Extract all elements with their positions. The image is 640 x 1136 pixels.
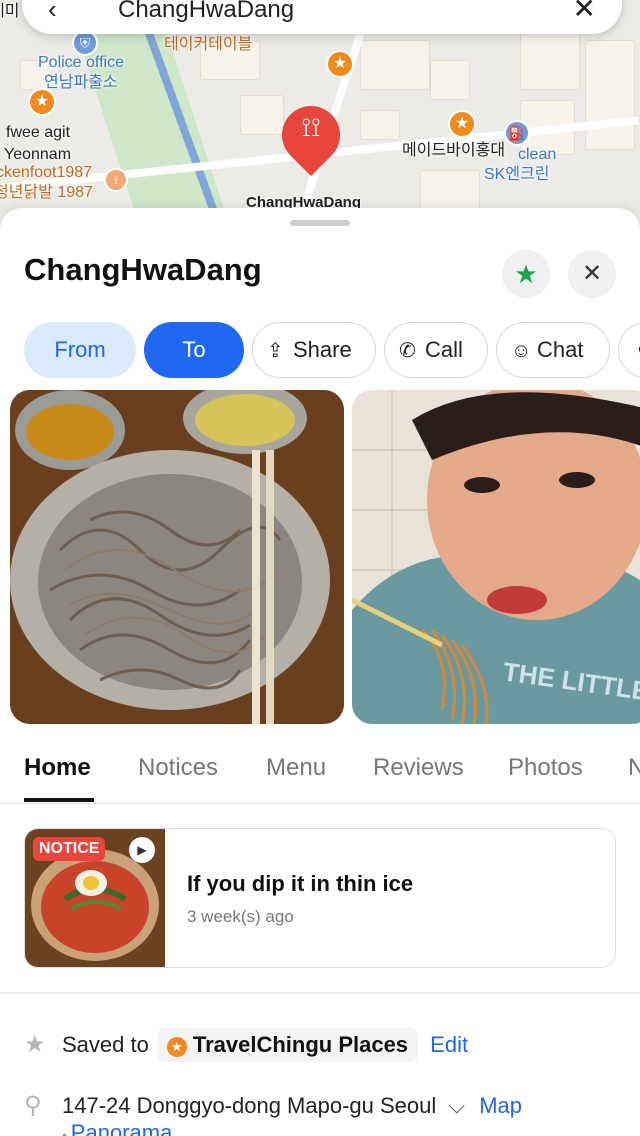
panorama-link[interactable]: Panorama [71,1120,173,1136]
bell-icon: ◔ [633,340,640,362]
restaurant-icon[interactable]: ⟟ [104,168,128,192]
panorama-row: • Panorama [62,1120,172,1136]
notice-tag: NOTICE [33,837,106,861]
address-text[interactable]: 147-24 Donggyo-dong Mapo-gu Seoul [62,1093,436,1118]
share-button[interactable]: ⇪ Share [252,322,376,378]
edit-saved-link[interactable]: Edit [430,1032,468,1057]
map-label-chicken-ko: 청년닭발 1987 [0,184,93,201]
star-outline-icon: ★ [24,1031,46,1058]
tab-photos[interactable]: Photos [508,754,583,782]
clear-search-icon[interactable]: ✕ [573,0,596,25]
gas-station-icon[interactable]: ⛽ [504,120,530,146]
close-icon: ✕ [581,260,603,287]
map-label-yeonnam: Yeonnam [4,146,72,163]
customer-photo[interactable]: THE LITTLE [352,390,640,724]
place-sheet: ChangHwaDang ★ ✕ From To ⇪ Share ✆ Call ☺ C… [0,208,640,1136]
from-button[interactable]: From [24,322,136,378]
person-eating-noodles-image: THE LITTLE [352,390,640,724]
play-icon[interactable]: ▶ [129,837,155,863]
map-view[interactable]: 네미 ⛨ Police office 연남파출소 테이커테이블 ★ ★ fwee… [0,0,640,230]
map-label-takecare: 테이커테이블 [164,36,253,53]
map-label-fwee: fwee agit [6,124,71,141]
screen: 네미 ⛨ Police office 연남파출소 테이커테이블 ★ ★ fwee… [0,0,640,1136]
saved-list-name: TravelChingu Places [192,1032,409,1057]
location-pin-icon: ⚲ [24,1092,42,1119]
tab-more[interactable]: N [628,754,640,782]
share-label: Share [293,337,352,362]
saved-row: ★ Saved to ★ TravelChingu Places Edit [24,1028,468,1062]
tab-menu[interactable]: Menu [266,754,326,782]
map-label-chicken-en: ckenfoot1987 [0,164,93,181]
map-label-sk: SK엔크린 [484,166,550,183]
chat-label: Chat [537,337,584,362]
chat-bubble-icon: ☺ [511,340,532,362]
food-photo[interactable] [10,390,344,724]
poi-star-icon[interactable]: ★ [448,110,476,138]
tab-home[interactable]: Home [24,754,91,782]
map-label-edge: 네미 [0,3,20,20]
chat-button[interactable]: ☺ Chat [496,322,610,378]
phone-icon: ✆ [399,340,416,362]
saved-star-button[interactable]: ★ [502,250,550,298]
fork-knife-icon: ⟟⟟ [301,112,321,142]
action-bar: From To ⇪ Share ✆ Call ☺ Chat ◔ [24,322,640,380]
map-label-police-ko: 연남파출소 [44,74,118,91]
tab-notices[interactable]: Notices [138,754,218,782]
saved-label: Saved to [62,1032,149,1057]
back-arrow-icon[interactable]: ‹ [48,0,57,25]
tab-reviews[interactable]: Reviews [373,754,464,782]
search-query[interactable]: ChangHwaDang [118,0,294,24]
poi-star-icon[interactable]: ★ [326,50,354,78]
to-button[interactable]: To [144,322,244,378]
noodle-dish-image [10,390,344,724]
place-title: ChangHwaDang [24,252,262,287]
map-label-madeby: 메이드바이홍대 [402,142,506,159]
sheet-drag-handle[interactable] [290,220,350,226]
call-button[interactable]: ✆ Call [384,322,488,378]
address-row: ⚲ 147-24 Donggyo-dong Mapo-gu Seoul ⌵ Map [24,1091,522,1120]
call-label: Call [425,337,463,362]
expand-chevron-icon[interactable]: ⌵ [448,1093,465,1118]
map-label-clean: clean [518,146,557,163]
active-tab-indicator [24,798,94,802]
close-sheet-button[interactable]: ✕ [568,250,616,298]
section-divider [0,992,640,994]
notice-title: If you dip it in thin ice [187,871,414,896]
more-action-button[interactable]: ◔ [618,322,640,378]
star-icon: ★ [514,259,538,289]
bullet: • [62,1127,71,1136]
place-tabs: Home Notices Menu Reviews Photos N [0,748,640,804]
map-label-police-en: Police office [38,54,124,71]
map-link[interactable]: Map [479,1093,522,1118]
poi-star-icon[interactable]: ★ [28,88,56,116]
saved-list-chip[interactable]: ★ TravelChingu Places [156,1028,419,1062]
share-icon: ⇪ [267,340,284,362]
notice-card[interactable]: NOTICE ▶ If you dip it in thin ice 3 wee… [24,828,616,968]
notice-time: 3 week(s) ago [187,907,294,926]
list-star-icon: ★ [166,1037,187,1057]
search-bar[interactable]: ‹ ChangHwaDang ✕ [22,0,622,34]
